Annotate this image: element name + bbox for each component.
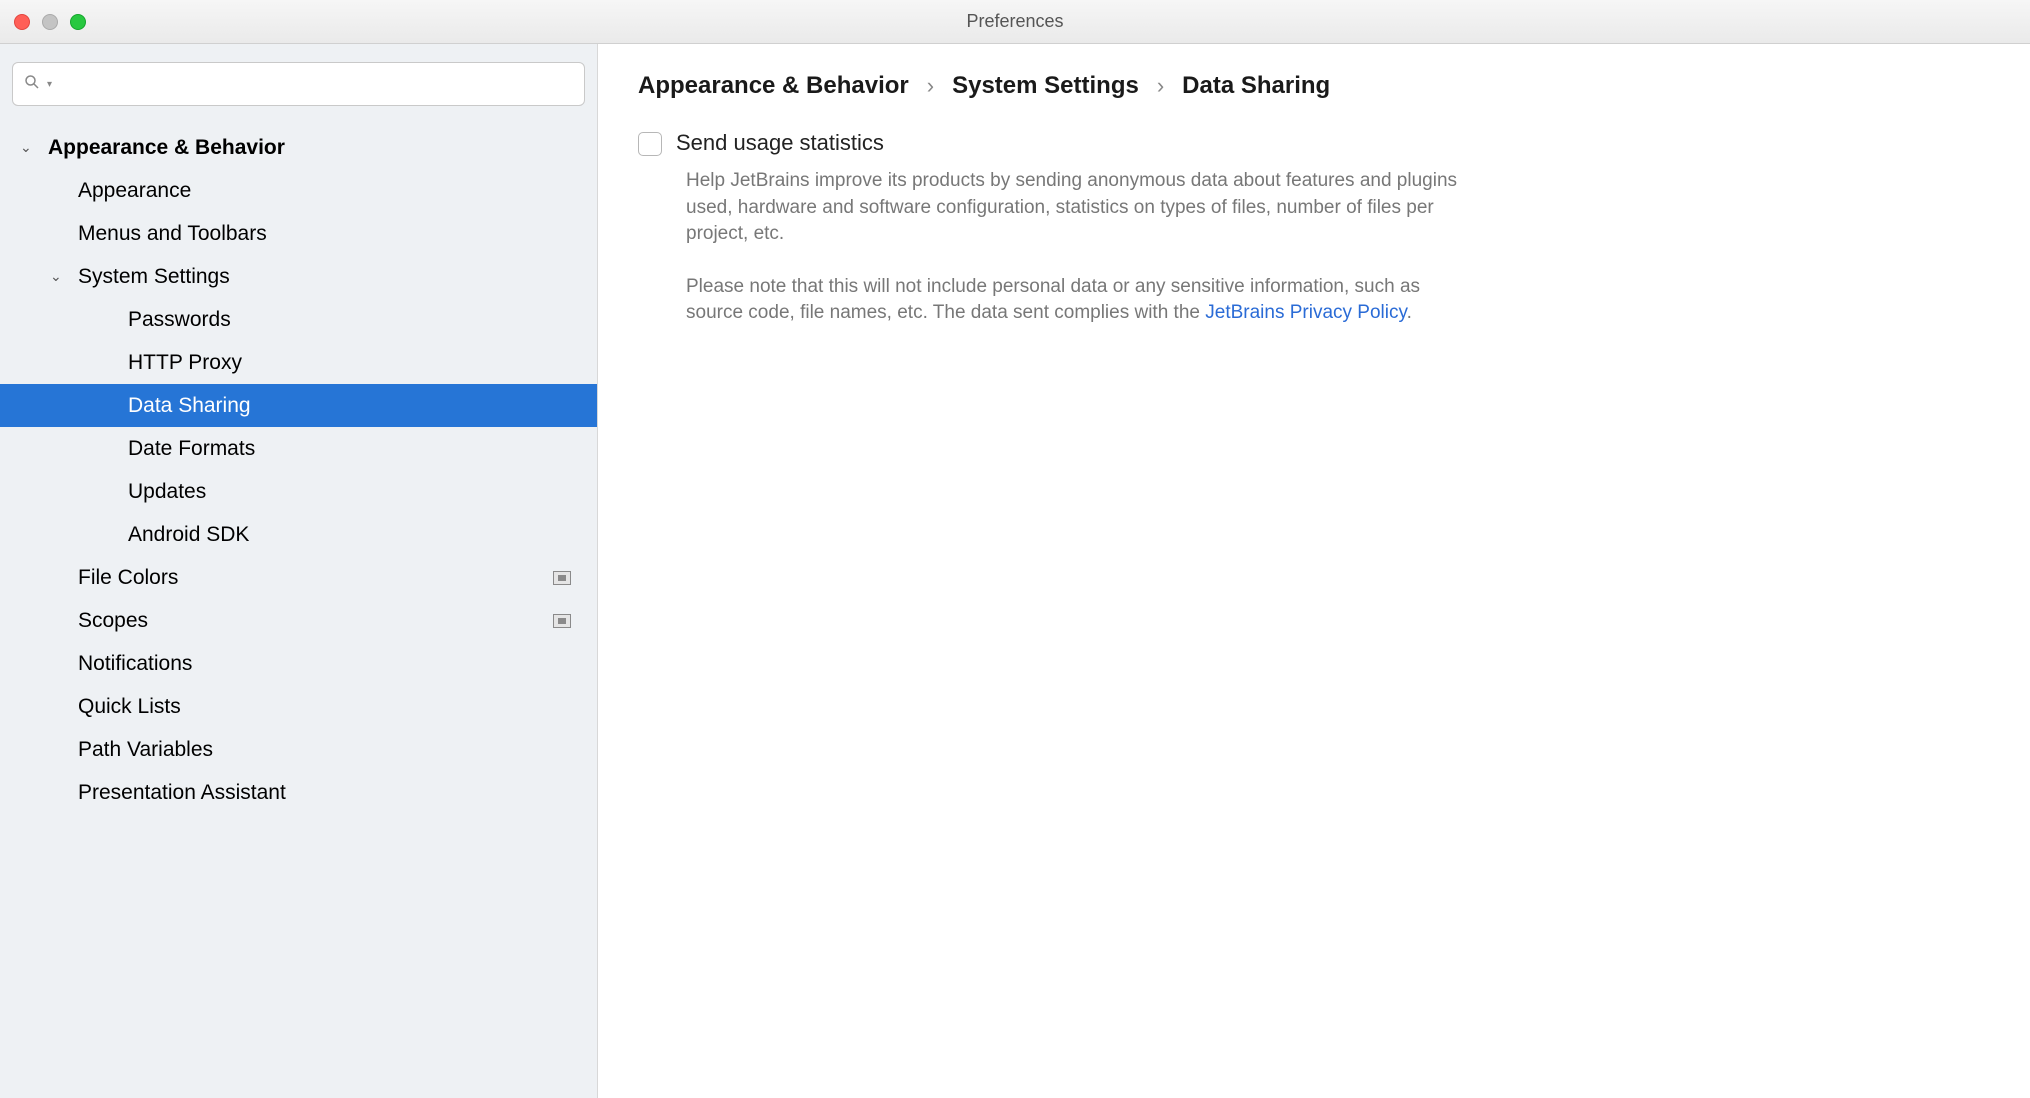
window-title: Preferences <box>0 11 2030 32</box>
sidebar-item-passwords[interactable]: Passwords <box>0 298 597 341</box>
sidebar-item-label: Presentation Assistant <box>78 781 286 805</box>
sidebar-item-label: Date Formats <box>128 437 255 461</box>
send-usage-statistics-row: Send usage statistics <box>638 130 1990 156</box>
project-level-settings-icon <box>553 614 571 628</box>
sidebar-item-label: Data Sharing <box>128 394 251 418</box>
search-options-caret-icon[interactable]: ▾ <box>47 79 52 90</box>
privacy-note-suffix: . <box>1407 302 1412 323</box>
sidebar-item-data-sharing[interactable]: Data Sharing <box>0 384 597 427</box>
sidebar-item-path-variables[interactable]: Path Variables <box>0 728 597 771</box>
sidebar-item-appearance[interactable]: Appearance <box>0 169 597 212</box>
breadcrumb-separator-icon: › <box>1157 73 1164 99</box>
sidebar-item-file-colors[interactable]: File Colors <box>0 556 597 599</box>
breadcrumb-item: Appearance & Behavior <box>638 72 909 100</box>
sidebar-item-quick-lists[interactable]: Quick Lists <box>0 685 597 728</box>
sidebar-item-label: Scopes <box>78 609 148 633</box>
sidebar-item-date-formats[interactable]: Date Formats <box>0 427 597 470</box>
send-usage-statistics-checkbox[interactable] <box>638 132 662 156</box>
sidebar-item-label: Passwords <box>128 308 231 332</box>
preferences-sidebar: ▾ ⌄Appearance & BehaviorAppearanceMenus … <box>0 44 598 1098</box>
sidebar-item-appearance-behavior[interactable]: ⌄Appearance & Behavior <box>0 126 597 169</box>
sidebar-item-label: Updates <box>128 480 206 504</box>
breadcrumb-separator-icon: › <box>927 73 934 99</box>
sidebar-item-label: Appearance <box>78 179 191 203</box>
sidebar-item-label: System Settings <box>78 265 230 289</box>
sidebar-item-scopes[interactable]: Scopes <box>0 599 597 642</box>
project-level-settings-icon <box>553 571 571 585</box>
search-wrap: ▾ <box>0 44 597 116</box>
send-usage-statistics-label: Send usage statistics <box>676 130 884 156</box>
sidebar-item-label: Android SDK <box>128 523 249 547</box>
preferences-tree: ⌄Appearance & BehaviorAppearanceMenus an… <box>0 116 597 1098</box>
sidebar-item-http-proxy[interactable]: HTTP Proxy <box>0 341 597 384</box>
sidebar-item-notifications[interactable]: Notifications <box>0 642 597 685</box>
sidebar-item-label: Menus and Toolbars <box>78 222 267 246</box>
window-body: ▾ ⌄Appearance & BehaviorAppearanceMenus … <box>0 44 2030 1098</box>
privacy-policy-link[interactable]: JetBrains Privacy Policy <box>1205 302 1406 323</box>
sidebar-item-presentation-assistant[interactable]: Presentation Assistant <box>0 771 597 814</box>
search-icon <box>23 73 41 96</box>
sidebar-item-label: Appearance & Behavior <box>48 136 285 160</box>
usage-statistics-description: Help JetBrains improve its products by s… <box>686 168 1466 248</box>
titlebar: Preferences <box>0 0 2030 44</box>
sidebar-item-label: File Colors <box>78 566 178 590</box>
sidebar-item-updates[interactable]: Updates <box>0 470 597 513</box>
breadcrumb: Appearance & Behavior › System Settings … <box>638 72 1990 100</box>
chevron-down-icon[interactable]: ⌄ <box>20 139 48 156</box>
usage-statistics-privacy-note: Please note that this will not include p… <box>686 274 1466 327</box>
chevron-down-icon[interactable]: ⌄ <box>50 268 78 285</box>
breadcrumb-item: System Settings <box>952 72 1139 100</box>
sidebar-item-label: Path Variables <box>78 738 213 762</box>
breadcrumb-item: Data Sharing <box>1182 72 1330 100</box>
preferences-window: Preferences ▾ ⌄Appearance & BehaviorAppe… <box>0 0 2030 1098</box>
sidebar-item-label: HTTP Proxy <box>128 351 242 375</box>
search-box[interactable]: ▾ <box>12 62 585 106</box>
sidebar-item-label: Quick Lists <box>78 695 181 719</box>
sidebar-item-label: Notifications <box>78 652 192 676</box>
sidebar-item-system-settings[interactable]: ⌄System Settings <box>0 255 597 298</box>
sidebar-item-android-sdk[interactable]: Android SDK <box>0 513 597 556</box>
sidebar-item-menus-and-toolbars[interactable]: Menus and Toolbars <box>0 212 597 255</box>
preferences-content: Appearance & Behavior › System Settings … <box>598 44 2030 1098</box>
search-input[interactable] <box>58 74 574 95</box>
